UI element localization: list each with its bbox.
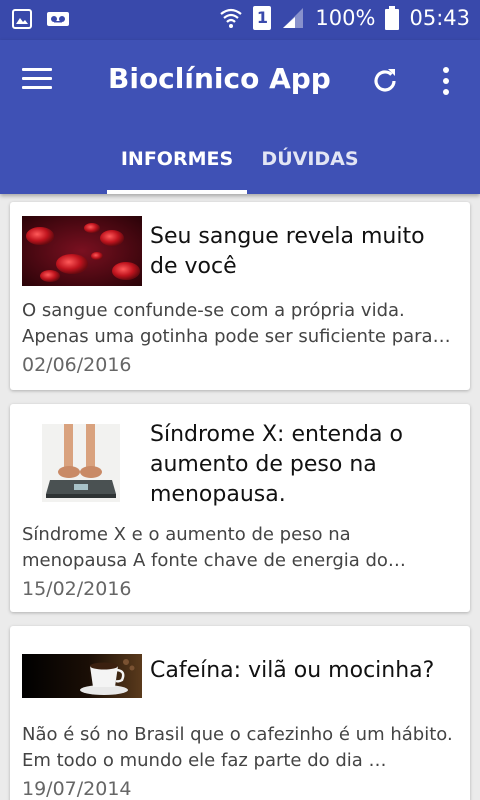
sim-icon: 1 [253,6,272,30]
scale-feet-image [42,424,120,502]
article-date: 19/07/2014 [22,778,132,800]
refresh-icon[interactable] [370,66,400,96]
page-title: Bioclínico App [108,62,331,95]
blood-cells-image [22,216,142,286]
article-card[interactable]: Cafeína: vilã ou mocinha? Não é só no Br… [10,626,470,800]
wifi-icon [220,8,243,28]
battery-percent: 100% [315,6,376,30]
article-card[interactable]: Seu sangue revela muito de você O sangue… [10,202,470,390]
tab-informes[interactable]: INFORMES [107,140,247,194]
battery-icon [385,6,400,30]
app-bar: Bioclínico App INFORMES DÚVIDAS [0,40,480,194]
article-summary: O sangue confunde-se com a própria vida.… [22,300,451,347]
article-summary: Síndrome X e o aumento de peso na menopa… [22,524,406,571]
tab-duvidas[interactable]: DÚVIDAS [250,140,370,194]
status-bar: 1 100% 05:43 [0,0,480,40]
article-headline[interactable]: Seu sangue revela muito de você [150,222,454,282]
tab-bar: INFORMES DÚVIDAS [0,140,480,194]
article-summary: Não é só no Brasil que o cafezinho é um … [22,724,453,771]
article-headline[interactable]: Cafeína: vilã ou mocinha? [150,656,454,686]
image-icon [12,9,32,29]
article-card[interactable]: Síndrome X: entenda o aumento de peso na… [10,404,470,612]
voicemail-icon [47,12,69,26]
article-list[interactable]: Seu sangue revela muito de você O sangue… [0,194,480,800]
coffee-cup-image [22,654,142,698]
signal-icon [283,8,304,28]
article-date: 15/02/2016 [22,578,132,600]
menu-icon[interactable] [22,68,52,92]
more-vert-icon[interactable] [440,66,452,96]
status-time: 05:43 [409,6,470,30]
article-date: 02/06/2016 [22,354,132,376]
article-headline[interactable]: Síndrome X: entenda o aumento de peso na… [150,420,454,510]
